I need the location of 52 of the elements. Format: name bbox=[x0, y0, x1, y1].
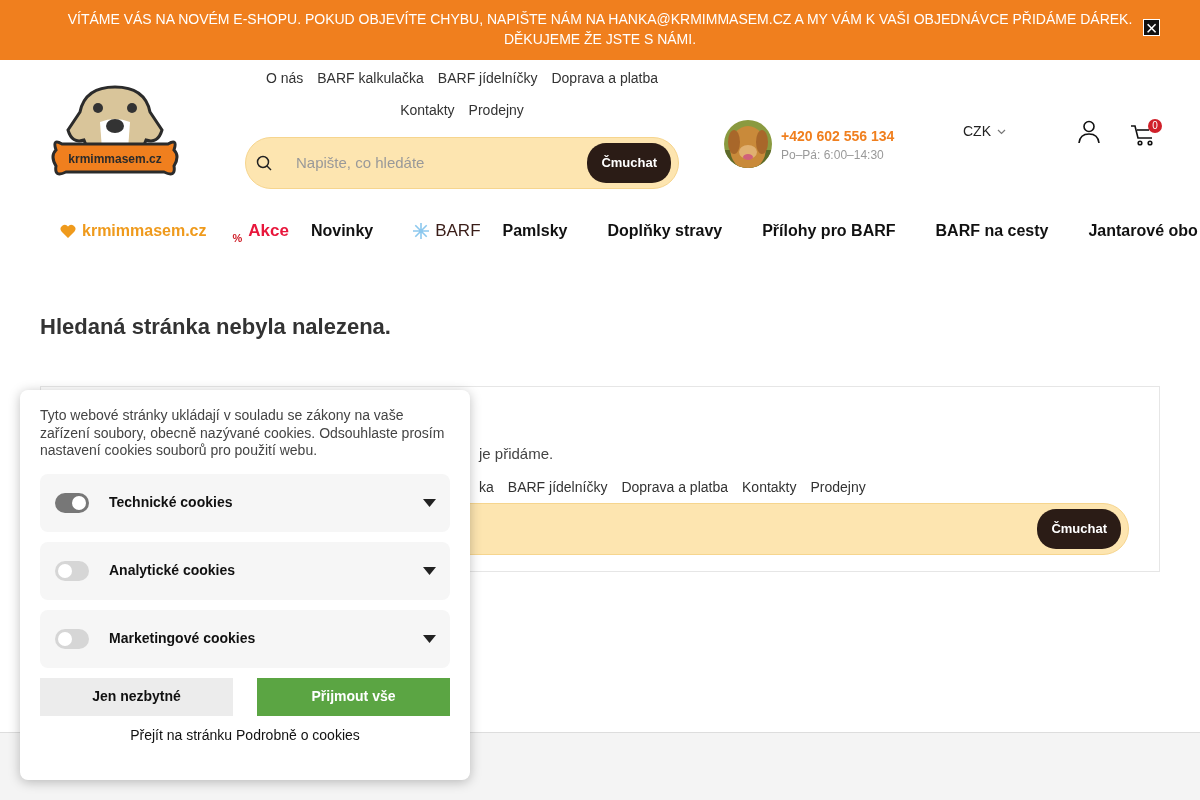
close-button[interactable]: × bbox=[1143, 19, 1160, 36]
dog-logo-drawing[interactable] bbox=[51, 85, 179, 176]
menu-item[interactable]: Novinky bbox=[310, 219, 374, 243]
menu-item[interactable]: % Akce bbox=[232, 215, 289, 247]
cookie-category[interactable]: Marketingové cookies bbox=[40, 609, 450, 668]
cart-count-badge: 0 bbox=[1148, 119, 1162, 133]
caret-down-icon[interactable] bbox=[423, 634, 436, 643]
category-label: Marketingové cookies bbox=[109, 629, 257, 648]
cookie-category[interactable]: Technické cookies bbox=[40, 473, 450, 532]
nav-link[interactable]: BARF kalkulačka bbox=[317, 68, 424, 88]
logo-text: krmimmasem.cz bbox=[68, 152, 162, 166]
announcement-text: VÍTÁME VÁS NA NOVÉM E-SHOPU. POKUD OBJEVÍTE CHYBU, NAPIŠTE NÁM NA HANKA@KRMIMMASEM.CZ A MY VÁM K VAŠI OBJEDNÁVCE PŘIDÁME DÁREK. DĚKUJEME ŽE JSTE S NÁMI. bbox=[67, 11, 1133, 47]
cookie-text: Tyto webové stránky ukládají v souladu se zákony na vaše zařízení soubory, obecně nazývané cookies. Odsouhlaste prosím nastavení cookies souborů pro použití webu. bbox=[40, 407, 446, 460]
nav-link[interactable]: Prodejny bbox=[810, 477, 866, 498]
currency-selector[interactable]: CZK bbox=[963, 121, 1006, 142]
cookie-category[interactable]: Analytické cookies bbox=[40, 541, 450, 600]
toggle-switch[interactable] bbox=[55, 628, 89, 649]
nav-link[interactable]: Prodejny bbox=[468, 100, 524, 120]
cookie-details-link[interactable]: Přejít na stránku Podrobně o cookies bbox=[40, 724, 450, 746]
search-icon bbox=[256, 155, 272, 171]
menu-item[interactable]: BARF bbox=[413, 218, 481, 244]
menu-item[interactable]: Jantarové obo bbox=[1088, 219, 1198, 243]
nav-link[interactable]: O nás bbox=[265, 68, 304, 88]
search-button[interactable]: Čmuchat bbox=[1037, 509, 1121, 549]
chevron-down-icon bbox=[997, 128, 1006, 135]
page-heading: Hledaná stránka nebyla nalezena. bbox=[40, 314, 392, 341]
nav-link[interactable]: ka bbox=[479, 477, 494, 498]
nav-link[interactable]: BARF jídelníčky bbox=[437, 68, 538, 88]
search-field[interactable]: Napište, co hledáte Čmuchat bbox=[245, 137, 679, 189]
snowflake-icon bbox=[413, 223, 430, 239]
nav-link[interactable]: Doprava a platba bbox=[551, 68, 659, 88]
menu-item[interactable]: BARF na cesty bbox=[935, 219, 1049, 243]
nav-link[interactable]: Kontakty bbox=[400, 100, 455, 120]
nav-link[interactable]: BARF jídelníčky bbox=[507, 477, 608, 498]
category-label: Technické cookies bbox=[109, 493, 234, 512]
category-label: Analytické cookies bbox=[109, 561, 237, 580]
menu-item[interactable]: Pamlsky bbox=[502, 219, 568, 243]
user-icon[interactable] bbox=[1078, 120, 1100, 144]
nav-link[interactable]: Doprava a platba bbox=[621, 477, 729, 498]
caret-down-icon[interactable] bbox=[423, 498, 436, 507]
search-button[interactable]: Čmuchat bbox=[587, 143, 671, 183]
nav-link[interactable]: Kontakty bbox=[742, 477, 797, 498]
heart-icon bbox=[60, 224, 76, 238]
menu-item[interactable]: Doplňky stravy bbox=[607, 219, 723, 243]
opening-hours: Po–Pá: 6:00–14:30 bbox=[781, 147, 884, 164]
caret-down-icon[interactable] bbox=[423, 566, 436, 575]
toggle-switch[interactable] bbox=[55, 492, 89, 513]
percent-icon: % bbox=[232, 229, 243, 247]
message-text: je přidáme. bbox=[479, 444, 554, 464]
toggle-switch[interactable] bbox=[55, 560, 89, 581]
menu-item[interactable]: Přílohy pro BARF bbox=[762, 219, 896, 243]
reject-button[interactable]: Jen nezbytné bbox=[40, 677, 233, 716]
